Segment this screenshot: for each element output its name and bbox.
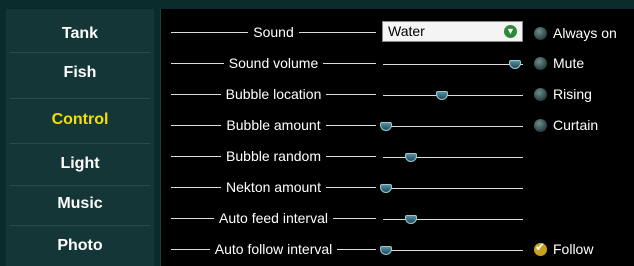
bubble-location-slider[interactable] (383, 79, 523, 109)
label-rule-right (332, 217, 376, 219)
nav-divider (10, 185, 150, 186)
label-rule-left (171, 62, 224, 64)
radio-icon[interactable] (534, 26, 547, 40)
setting-label-auto-feed-interval: Auto feed interval (171, 203, 376, 233)
nav-item-label: Photo (57, 237, 103, 254)
slider-thumb[interactable] (379, 246, 392, 255)
setting-label-bubble-random: Bubble random (171, 141, 377, 171)
nav-item-label: Music (57, 195, 103, 212)
label-text: Bubble amount (226, 117, 321, 133)
label-text: Bubble random (226, 148, 321, 164)
label-rule-right (325, 186, 377, 188)
auto-follow-interval-slider[interactable] (379, 234, 523, 264)
setting-label-auto-follow-interval: Auto follow interval (171, 234, 377, 264)
option-label: Rising (553, 86, 592, 102)
label-rule-left (171, 248, 210, 250)
label-rule-right (337, 248, 377, 250)
chevron-down-icon[interactable]: ▼ (504, 25, 517, 38)
label-rule-left (171, 217, 215, 219)
nav-item-label: Light (60, 155, 100, 172)
label-rule-left (171, 93, 221, 95)
label-text: Sound volume (228, 55, 319, 71)
slider-thumb[interactable] (435, 91, 448, 100)
option-label: Always on (553, 25, 617, 41)
radio-always-on[interactable]: Always on (534, 18, 617, 48)
sound-select-value: Water (388, 23, 425, 39)
nav-divider (10, 52, 150, 53)
label-rule-right (326, 93, 376, 95)
label-rule-right (325, 124, 376, 126)
setting-row-nekton-amount: Nekton amount (161, 172, 634, 202)
label-text: Auto follow interval (214, 241, 333, 257)
slider-thumb[interactable] (405, 153, 417, 162)
label-rule-left (171, 31, 249, 33)
nekton-amount-slider[interactable] (379, 172, 523, 202)
checkbox-follow[interactable]: Follow (534, 234, 593, 264)
sound-volume-slider[interactable] (383, 48, 523, 78)
setting-row-auto-feed-interval: Auto feed interval (161, 203, 634, 233)
label-text: Auto feed interval (219, 210, 328, 226)
radio-icon[interactable] (534, 87, 547, 101)
setting-label-nekton-amount: Nekton amount (171, 172, 377, 202)
nav-divider (10, 98, 150, 99)
setting-label-bubble-location: Bubble location (171, 79, 376, 109)
auto-feed-interval-slider[interactable] (383, 203, 523, 233)
app-window: Tank Fish Control Light Music Photo Soun… (0, 0, 634, 266)
slider-track[interactable] (383, 188, 523, 189)
slider-track[interactable] (383, 64, 523, 65)
slider-track[interactable] (383, 219, 523, 220)
nav-item-label: Tank (61, 25, 99, 42)
setting-row-bubble-random: Bubble random (161, 141, 634, 171)
label-text: Nekton amount (226, 179, 321, 195)
nav-item-light[interactable]: Light (6, 149, 154, 179)
label-rule-right (325, 155, 377, 157)
slider-track[interactable] (383, 95, 523, 96)
label-text: Bubble location (225, 86, 322, 102)
nav-item-fish[interactable]: Fish (6, 58, 154, 88)
slider-track[interactable] (383, 126, 523, 127)
radio-icon[interactable] (534, 118, 547, 132)
checkmark-icon[interactable] (534, 240, 547, 256)
control-settings-panel: Sound Water ▼ Always on Sound volume Mut… (160, 9, 634, 266)
bubble-random-slider[interactable] (383, 141, 523, 171)
radio-curtain[interactable]: Curtain (534, 110, 598, 140)
radio-icon[interactable] (534, 56, 547, 70)
label-rule-left (171, 124, 222, 126)
setting-label-sound: Sound (171, 17, 377, 47)
bubble-amount-slider[interactable] (379, 110, 523, 140)
option-label: Curtain (553, 117, 599, 133)
nav-item-tank[interactable]: Tank (6, 19, 154, 49)
nav-divider (10, 143, 150, 144)
slider-thumb[interactable] (379, 122, 392, 131)
nav-item-label: Fish (63, 64, 97, 81)
slider-track[interactable] (383, 157, 523, 158)
slider-thumb[interactable] (379, 184, 392, 193)
slider-thumb[interactable] (405, 215, 417, 224)
slider-track[interactable] (383, 250, 523, 251)
radio-rising[interactable]: Rising (534, 79, 592, 109)
nav-divider (10, 225, 150, 226)
setting-label-bubble-amount: Bubble amount (171, 110, 376, 140)
radio-mute[interactable]: Mute (534, 48, 584, 78)
nav-item-photo[interactable]: Photo (6, 231, 154, 261)
sound-select[interactable]: Water ▼ (382, 21, 523, 42)
label-rule-right (323, 62, 377, 64)
label-rule-left (171, 186, 222, 188)
nav-item-label: Control (51, 111, 109, 128)
slider-thumb[interactable] (508, 60, 521, 69)
label-text: Sound (253, 24, 294, 40)
nav-item-control[interactable]: Control (6, 105, 154, 135)
option-label: Follow (553, 241, 594, 257)
setting-label-sound-volume: Sound volume (171, 48, 377, 78)
option-label: Mute (553, 55, 585, 71)
nav-item-music[interactable]: Music (6, 189, 154, 219)
label-rule-right (298, 31, 377, 33)
label-rule-left (171, 155, 222, 157)
sidebar-nav: Tank Fish Control Light Music Photo (6, 9, 154, 266)
